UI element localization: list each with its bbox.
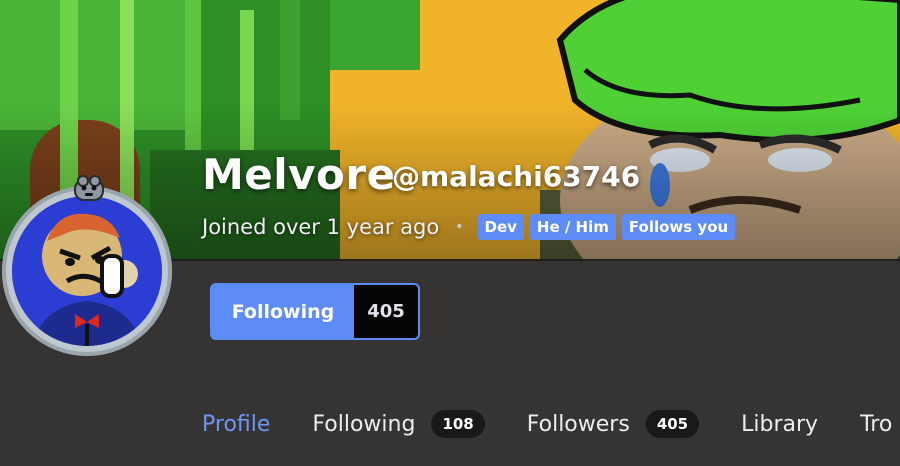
- tab-followers[interactable]: Followers 405: [526, 410, 700, 438]
- joined-date: Joined over 1 year ago: [202, 215, 440, 239]
- tag-dev: Dev: [477, 214, 524, 240]
- display-name: Melvore: [202, 150, 396, 199]
- username-handle: @malachi63746: [392, 160, 641, 193]
- tab-following[interactable]: Following 108: [312, 410, 485, 438]
- tab-label: Followers: [526, 411, 630, 437]
- avatar[interactable]: [2, 186, 172, 356]
- avatar-art: [12, 196, 162, 346]
- following-button-label: Following: [231, 300, 335, 323]
- tag-pronouns: He / Him: [529, 214, 616, 240]
- tab-count-badge: 405: [645, 410, 700, 438]
- tab-count-badge: 108: [431, 410, 485, 438]
- tag-follows-you: Follows you: [621, 214, 736, 240]
- following-button[interactable]: Following 405: [210, 283, 420, 340]
- avatar-badge-icon: [74, 175, 104, 201]
- tab-trophies[interactable]: Tro: [860, 412, 892, 437]
- profile-tabs: Profile Following 108 Followers 405 Libr…: [202, 400, 900, 448]
- tab-library[interactable]: Library: [741, 412, 818, 437]
- profile-meta: Joined over 1 year ago • Dev He / Him Fo…: [202, 212, 741, 242]
- tab-label: Library: [741, 411, 819, 437]
- tab-label: Following: [312, 411, 416, 437]
- separator-dot: •: [455, 219, 464, 235]
- follower-count: 405: [354, 285, 418, 338]
- tab-label: Tro: [860, 411, 893, 437]
- avatar-container[interactable]: [2, 172, 176, 358]
- tab-label: Profile: [202, 411, 271, 437]
- tab-profile[interactable]: Profile: [202, 412, 270, 437]
- avatar-image: [12, 196, 162, 346]
